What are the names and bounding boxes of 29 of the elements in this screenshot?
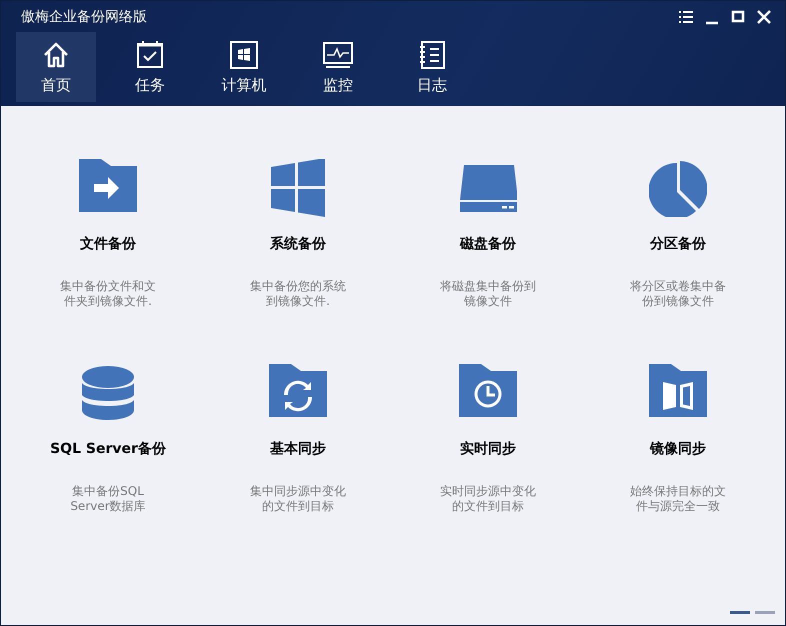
feature-description: 集中备份您的系统到镜像文件. bbox=[249, 279, 347, 309]
feature-title[interactable]: 基本同步 bbox=[270, 440, 326, 458]
feature-title[interactable]: 系统备份 bbox=[270, 235, 326, 253]
feature-description: 始终保持目标的文件与源完全一致 bbox=[629, 484, 727, 514]
calendar-check-icon bbox=[135, 40, 165, 70]
feature-description: 将磁盘集中备份到镜像文件 bbox=[439, 279, 537, 309]
database-icon[interactable] bbox=[79, 364, 137, 422]
feature-title[interactable]: 实时同步 bbox=[460, 440, 516, 458]
windows-icon bbox=[229, 40, 259, 70]
window-title: 傲梅企业备份网络版 bbox=[21, 8, 148, 26]
windows-icon[interactable] bbox=[269, 159, 327, 217]
feature-description: 集中备份文件和文件夹到镜像文件. bbox=[59, 279, 157, 309]
pie-chart-icon[interactable] bbox=[649, 159, 707, 217]
nav-tab[interactable]: 任务 bbox=[110, 32, 190, 102]
monitor-pulse-icon bbox=[323, 40, 353, 70]
feature-title[interactable]: 分区备份 bbox=[650, 235, 706, 253]
feature-description: 集中同步源中变化的文件到目标 bbox=[249, 484, 347, 514]
nav-tab[interactable]: 首页 bbox=[16, 32, 96, 102]
feature-description: 将分区或卷集中备份到镜像文件 bbox=[629, 279, 727, 309]
nav-tab[interactable]: 计算机 bbox=[204, 32, 284, 102]
nav-tab[interactable]: 监控 bbox=[298, 32, 378, 102]
feature-title[interactable]: SQL Server备份 bbox=[50, 440, 166, 458]
notebook-icon bbox=[417, 40, 447, 70]
feature-description: 集中备份SQL Server数据库 bbox=[69, 484, 147, 514]
feature-title[interactable]: 文件备份 bbox=[80, 235, 136, 253]
nav-tab[interactable]: 日志 bbox=[392, 32, 472, 102]
feature-description: 实时同步源中变化的文件到目标 bbox=[439, 484, 537, 514]
feature-title[interactable]: 镜像同步 bbox=[650, 440, 706, 458]
feature-title[interactable]: 磁盘备份 bbox=[460, 235, 516, 253]
